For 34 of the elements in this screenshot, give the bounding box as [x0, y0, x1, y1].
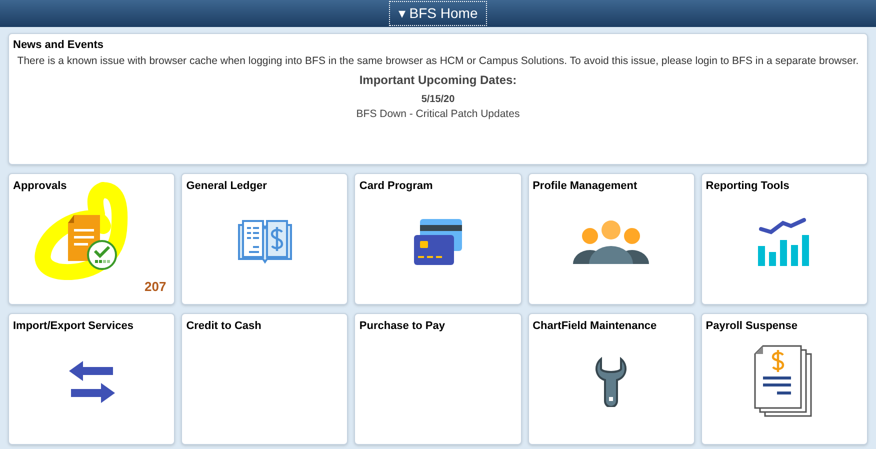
tile-title: Approvals: [13, 179, 68, 194]
app-tile[interactable]: General Ledger: [181, 173, 348, 305]
app-tile[interactable]: Purchase to Pay: [354, 313, 522, 445]
tile-title: Import/Export Services: [13, 319, 134, 334]
dates-heading: Important Upcoming Dates:: [359, 72, 517, 90]
document-check-icon: [66, 213, 118, 272]
tile-title: Card Program: [359, 179, 434, 194]
people-group-icon: [573, 219, 650, 266]
event-date: 5/15/20: [421, 93, 455, 108]
book-dollar-icon: [236, 219, 293, 266]
bar-line-chart-icon: [757, 217, 812, 268]
app-tile[interactable]: Approvals 207: [8, 173, 176, 305]
app-tile[interactable]: Profile Management: [528, 173, 695, 305]
app-tile[interactable]: Import/Export Services: [8, 313, 176, 445]
event-description: BFS Down - Critical Patch Updates: [356, 107, 520, 122]
tile-title: Profile Management: [532, 179, 638, 194]
credit-card-icon: [412, 217, 464, 268]
app-tile[interactable]: Reporting Tools: [700, 173, 868, 305]
tile-title: Reporting Tools: [706, 179, 790, 194]
app-tile[interactable]: Credit to Cash: [181, 313, 348, 445]
wrench-icon: [595, 357, 628, 408]
app-tile[interactable]: Payroll Suspense: [700, 313, 868, 445]
pending-count: 207: [144, 278, 166, 296]
app-tile[interactable]: Card Program: [354, 173, 522, 305]
swap-arrows-icon: [68, 359, 115, 406]
app-tile[interactable]: ChartField Maintenance: [528, 313, 695, 445]
tile-title: Credit to Cash: [186, 319, 262, 334]
home-title-menu[interactable]: ▾ BFS Home: [389, 1, 487, 26]
news-title: News and Events: [13, 38, 104, 53]
news-message: There is a known issue with browser cache when logging into BFS in the same browser as HCM or Campus Solutions. To avoid this issue, please login to BFS in a separate browser.: [16, 54, 860, 68]
tile-title: Payroll Suspense: [706, 319, 799, 334]
tile-title: Purchase to Pay: [359, 319, 446, 334]
tile-title: General Ledger: [186, 179, 268, 194]
tile-title: ChartField Maintenance: [532, 319, 658, 334]
